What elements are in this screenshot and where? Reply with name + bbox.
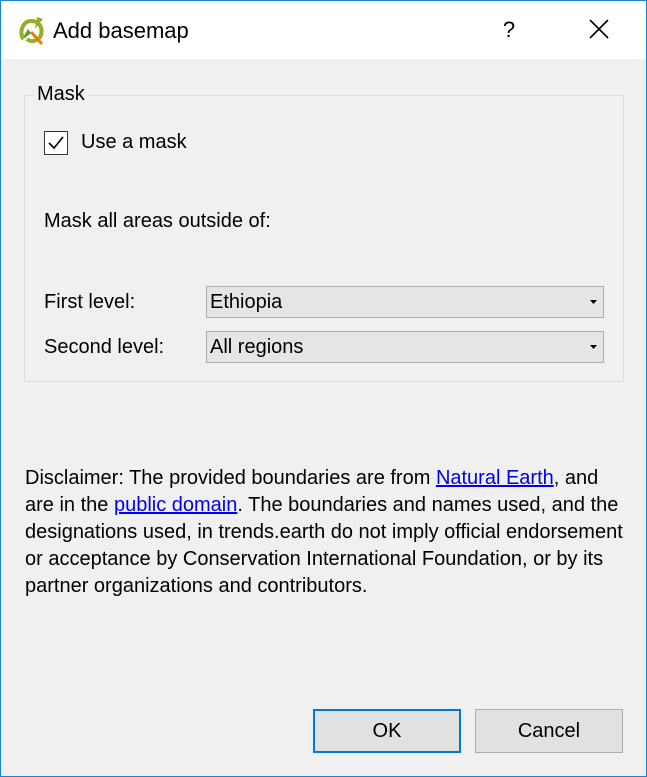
title-bar: Add basemap ? — [1, 1, 646, 59]
mask-description: Mask all areas outside of: — [44, 210, 271, 232]
natural-earth-link[interactable]: Natural Earth — [436, 467, 554, 489]
public-domain-link[interactable]: public domain — [114, 494, 237, 516]
close-icon — [589, 19, 609, 39]
first-level-label: First level: — [44, 291, 136, 313]
second-level-value: All regions — [210, 336, 304, 358]
add-basemap-dialog: Add basemap ? Mask Use a mask Mask all a… — [0, 0, 647, 777]
second-level-label: Second level: — [44, 336, 165, 358]
cancel-button[interactable]: Cancel — [475, 709, 623, 753]
second-level-dropdown[interactable]: All regions — [206, 331, 604, 363]
chevron-down-icon — [590, 300, 597, 304]
mask-group-title: Mask — [34, 83, 88, 106]
disclaimer-part-1: Disclaimer: The provided boundaries are … — [25, 467, 436, 489]
dialog-title: Add basemap — [53, 18, 189, 43]
close-button[interactable] — [577, 11, 621, 49]
ok-button[interactable]: OK — [313, 709, 461, 753]
checkmark-icon — [48, 136, 64, 150]
chevron-down-icon — [590, 345, 597, 349]
use-mask-label[interactable]: Use a mask — [81, 131, 187, 154]
use-mask-checkbox[interactable] — [44, 131, 68, 155]
qgis-logo-icon — [19, 17, 44, 45]
first-level-dropdown[interactable]: Ethiopia — [206, 286, 604, 318]
help-button[interactable]: ? — [489, 11, 529, 49]
first-level-value: Ethiopia — [210, 291, 283, 313]
disclaimer-text: Disclaimer: The provided boundaries are … — [25, 465, 625, 600]
